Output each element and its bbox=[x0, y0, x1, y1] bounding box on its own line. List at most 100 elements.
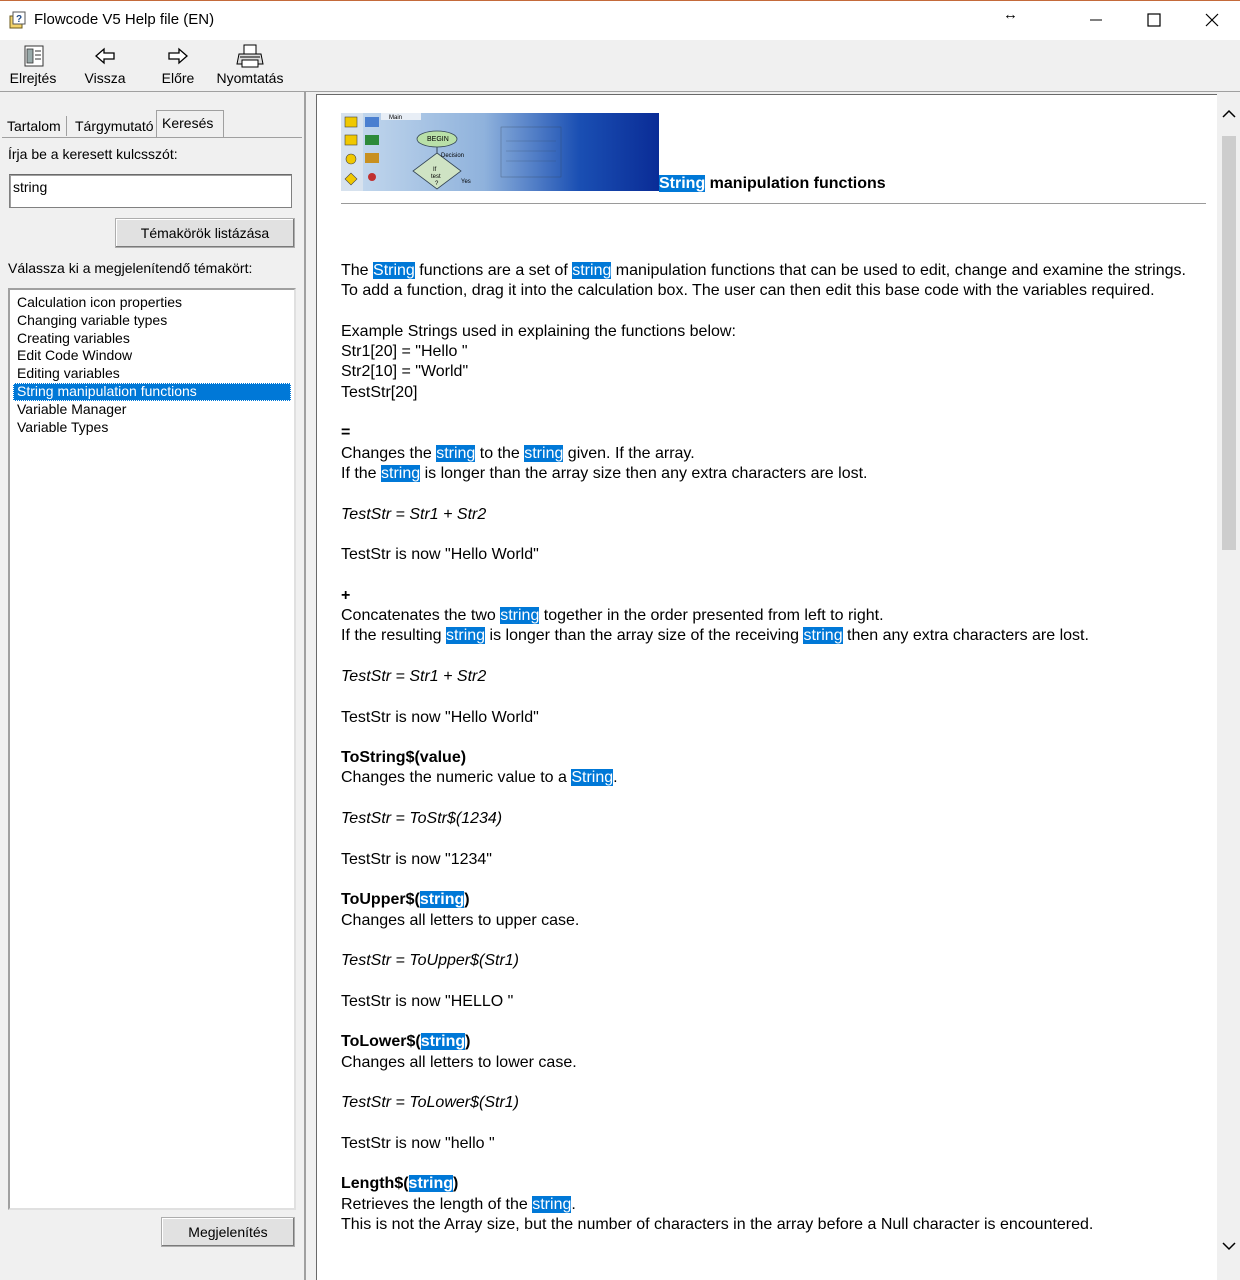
topic-list[interactable]: Calculation icon properties Changing var… bbox=[8, 288, 296, 1210]
window-title: Flowcode V5 Help file (EN) bbox=[34, 11, 215, 28]
scroll-thumb[interactable] bbox=[1222, 136, 1236, 550]
tab-index[interactable]: Tárgymutató bbox=[70, 116, 159, 138]
intro-paragraph: The String functions are a set of string… bbox=[341, 262, 1186, 279]
navigation-pane: Tartalom Tárgymutató Keresés Írja be a k… bbox=[0, 92, 306, 1280]
search-highlight: string bbox=[803, 627, 843, 645]
maximize-button[interactable] bbox=[1126, 1, 1182, 39]
maximize-icon bbox=[1147, 13, 1161, 27]
list-item[interactable]: Variable Types bbox=[13, 419, 291, 437]
content-pane: Main BEGIN Decision If test ? Yes String… bbox=[314, 92, 1240, 1280]
forward-arrow-icon bbox=[168, 47, 188, 65]
tab-separator bbox=[66, 116, 67, 136]
banner-yes: Yes bbox=[461, 179, 471, 185]
toupper-heading: ToUpper$(string) bbox=[341, 891, 470, 909]
toolbar: Elrejtés Vissza Előre Nyomtatás bbox=[0, 40, 1240, 92]
print-button[interactable]: Nyomtatás bbox=[216, 44, 284, 90]
banner-decision: Decision bbox=[441, 153, 464, 159]
toupper-example: TestStr = ToUpper$(Str1) bbox=[341, 952, 520, 970]
print-label: Nyomtatás bbox=[216, 70, 284, 86]
search-highlight: string bbox=[445, 627, 486, 645]
title-divider bbox=[341, 203, 1206, 204]
topic-body: The String functions are a set of string… bbox=[341, 261, 1201, 1235]
scroll-up-button[interactable] bbox=[1217, 102, 1240, 126]
tolower-desc: Changes all letters to lower case. bbox=[341, 1053, 577, 1071]
banner-begin: BEGIN bbox=[427, 136, 449, 143]
length-desc-2: This is not the Array size, but the numb… bbox=[341, 1215, 1094, 1233]
nav-tabs: Tartalom Tárgymutató Keresés bbox=[2, 110, 302, 138]
assign-result: TestStr is now "Hello World" bbox=[341, 546, 539, 564]
search-highlight: String bbox=[659, 175, 706, 192]
forward-label: Előre bbox=[161, 70, 195, 86]
title-bar: ? Flowcode V5 Help file (EN) ↔ bbox=[0, 0, 1240, 40]
banner-tab-label: Main bbox=[389, 115, 402, 121]
concat-operator: + bbox=[341, 586, 351, 604]
title-text: manipulation functions bbox=[705, 175, 886, 192]
example-str1: Str1[20] = "Hello " bbox=[341, 343, 468, 361]
search-highlight: string bbox=[381, 464, 421, 482]
tostring-heading: ToString$(value) bbox=[341, 749, 467, 767]
assign-desc-2: If the string is longer than the array s… bbox=[341, 464, 868, 482]
search-highlight: String bbox=[373, 262, 415, 279]
help-file-icon: ? bbox=[9, 11, 26, 29]
back-label: Vissza bbox=[84, 70, 126, 86]
chevron-down-icon bbox=[1221, 1242, 1236, 1251]
tostring-result: TestStr is now "1234" bbox=[341, 850, 492, 868]
list-item[interactable]: Creating variables bbox=[13, 330, 291, 348]
back-arrow-icon bbox=[95, 47, 115, 65]
intro-line-2: To add a function, drag it into the calc… bbox=[341, 282, 1155, 300]
svg-text:?: ? bbox=[16, 14, 22, 25]
tab-contents[interactable]: Tartalom bbox=[2, 116, 66, 138]
banner-if: If bbox=[433, 167, 437, 173]
select-topic-prompt: Válassza ki a megjelenítendő témakört: bbox=[8, 260, 253, 276]
search-highlight: string bbox=[436, 444, 476, 462]
list-item[interactable]: Changing variable types bbox=[13, 312, 291, 330]
tab-search[interactable]: Keresés bbox=[156, 110, 224, 138]
list-item[interactable]: Editing variables bbox=[13, 365, 291, 383]
concat-example: TestStr = Str1 + Str2 bbox=[341, 667, 487, 685]
search-highlight: string bbox=[532, 1195, 572, 1213]
assign-operator: = bbox=[341, 424, 351, 442]
keyword-prompt: Írja be a keresett kulcsszót: bbox=[8, 146, 178, 162]
search-input[interactable]: string bbox=[9, 174, 292, 208]
tolower-result: TestStr is now "hello " bbox=[341, 1134, 495, 1152]
help-topic-content: Main BEGIN Decision If test ? Yes String… bbox=[316, 94, 1217, 1280]
example-teststr: TestStr[20] bbox=[341, 383, 418, 401]
close-button[interactable] bbox=[1184, 1, 1240, 39]
minimize-button[interactable] bbox=[1068, 1, 1124, 39]
hide-button[interactable]: Elrejtés bbox=[8, 44, 58, 90]
vertical-scrollbar[interactable] bbox=[1217, 92, 1240, 1280]
display-button[interactable]: Megjelenítés bbox=[161, 1217, 295, 1247]
resize-arrows-icon: ↔ bbox=[1003, 6, 1018, 23]
list-item[interactable]: Calculation icon properties bbox=[13, 294, 291, 312]
list-topics-button[interactable]: Témakörök listázása bbox=[115, 218, 295, 248]
tostring-desc: Changes the numeric value to a String. bbox=[341, 769, 618, 787]
search-highlight: string bbox=[408, 1175, 453, 1193]
list-item[interactable]: Variable Manager bbox=[13, 401, 291, 419]
search-highlight: string bbox=[419, 891, 465, 909]
forward-button[interactable]: Előre bbox=[156, 44, 200, 90]
concat-result: TestStr is now "Hello World" bbox=[341, 708, 539, 726]
length-desc-1: Retrieves the length of the string. bbox=[341, 1195, 576, 1213]
hide-label: Elrejtés bbox=[9, 70, 57, 86]
back-button[interactable]: Vissza bbox=[82, 44, 128, 90]
search-highlight: string bbox=[420, 1033, 466, 1051]
printer-icon bbox=[236, 44, 264, 68]
toupper-result: TestStr is now "HELLO " bbox=[341, 992, 514, 1010]
list-item-selected[interactable]: String manipulation functions bbox=[13, 382, 291, 401]
minimize-icon bbox=[1090, 19, 1102, 21]
examples-heading: Example Strings used in explaining the f… bbox=[341, 322, 736, 340]
hide-pane-icon bbox=[24, 45, 44, 67]
example-str2: Str2[10] = "World" bbox=[341, 363, 469, 381]
list-item[interactable]: Edit Code Window bbox=[13, 347, 291, 365]
search-highlight: String bbox=[571, 769, 614, 787]
flowcode-banner-image: Main BEGIN Decision If test ? Yes bbox=[341, 113, 659, 191]
search-highlight: string bbox=[500, 607, 540, 625]
close-icon bbox=[1205, 13, 1219, 27]
concat-desc-1: Concatenates the two string together in … bbox=[341, 607, 884, 625]
assign-example: TestStr = Str1 + Str2 bbox=[341, 505, 487, 523]
scroll-down-button[interactable] bbox=[1217, 1234, 1240, 1258]
assign-desc-1: Changes the string to the string given. … bbox=[341, 444, 695, 462]
page-title: String manipulation functions bbox=[659, 175, 886, 193]
length-heading: Length$(string) bbox=[341, 1175, 459, 1193]
concat-desc-2: If the resulting string is longer than t… bbox=[341, 627, 1089, 645]
